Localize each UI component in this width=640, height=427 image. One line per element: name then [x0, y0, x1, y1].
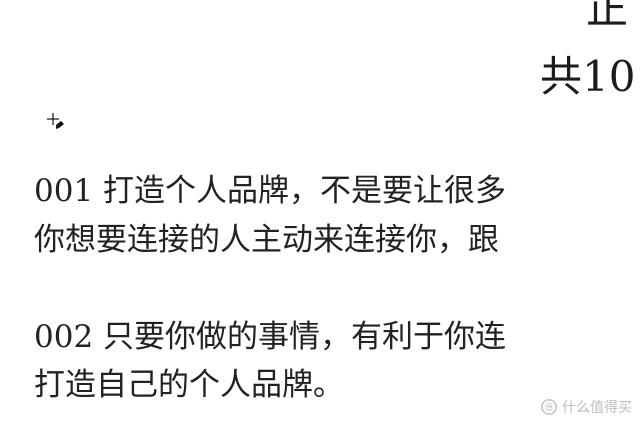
- svg-text:值: 值: [545, 402, 554, 412]
- watermark: 值 什么值得买: [540, 397, 632, 417]
- watermark-text: 什么值得买: [562, 399, 632, 415]
- page-title-line-1: 正: [586, 0, 629, 33]
- value-icon: 值: [540, 398, 558, 416]
- crosshair-pencil-cursor-icon: [46, 112, 66, 132]
- document-page: 正 共10 001 打造个人品牌，不是要让很多 你想要连接的人主动来连接你，跟 …: [0, 0, 640, 427]
- paragraph-001-line-1: 001 打造个人品牌，不是要让很多: [34, 173, 507, 209]
- paragraph-002-line-1: 002 只要你做的事情，有利于你连: [34, 319, 507, 355]
- page-title-line-2: 共10: [540, 52, 636, 101]
- paragraph-002-line-2: 打造自己的个人品牌。: [34, 367, 344, 403]
- paragraph-001-line-2: 你想要连接的人主动来连接你，跟: [34, 222, 499, 258]
